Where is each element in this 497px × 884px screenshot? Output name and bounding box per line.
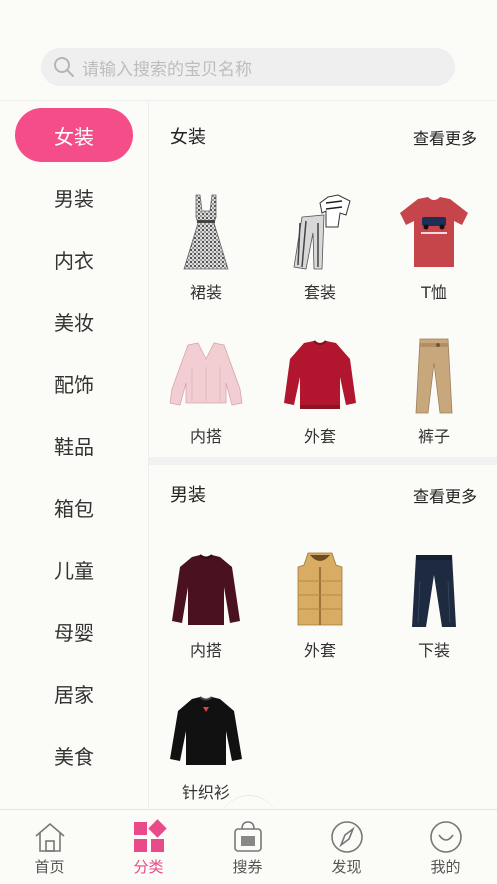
view-more-link[interactable]: 查看更多 bbox=[413, 483, 477, 507]
grid-item-label: 外套 bbox=[303, 641, 336, 660]
grid-item-skirt[interactable]: 裙装 bbox=[149, 193, 263, 323]
grid-item-label: 套装 bbox=[303, 283, 336, 302]
pants-icon bbox=[415, 338, 453, 414]
sidebar-item-underwear[interactable]: 内衣 bbox=[0, 232, 148, 286]
bottom-tab-bar: 首页 分类 搜券 发现 我的 bbox=[0, 809, 497, 884]
section-women: 女装 查看更多 裙装 套装 T恤 内搭 外套 裤子 bbox=[149, 101, 497, 457]
dress-icon bbox=[183, 194, 229, 270]
sidebar-item-makeup[interactable]: 美妆 bbox=[0, 294, 148, 348]
profile-icon bbox=[430, 821, 462, 853]
tshirt-icon bbox=[400, 197, 468, 267]
top-bar: 请输入搜索的宝贝名称 bbox=[0, 0, 497, 100]
search-placeholder: 请输入搜索的宝贝名称 bbox=[82, 59, 252, 80]
red-sweatshirt-icon bbox=[284, 340, 356, 409]
grid-item-innerwear[interactable]: 内搭 bbox=[149, 337, 263, 467]
grid-item-tshirt[interactable]: T恤 bbox=[377, 193, 491, 323]
sidebar-item-digital[interactable]: 数码 bbox=[0, 790, 148, 810]
category-sidebar: 女装 男装 内衣 美妆 配饰 鞋品 箱包 儿童 母婴 居家 美食 数码 bbox=[0, 101, 148, 809]
tab-category[interactable]: 分类 bbox=[99, 810, 198, 884]
grid-item-pants[interactable]: 裤子 bbox=[377, 337, 491, 467]
grid-item-label: 内搭 bbox=[189, 641, 222, 660]
jeans-icon bbox=[412, 555, 456, 627]
tab-discover[interactable]: 发现 bbox=[297, 810, 396, 884]
grid-item-men-bottoms[interactable]: 下装 bbox=[377, 551, 491, 681]
search-icon bbox=[54, 57, 74, 77]
grid-item-men-inner[interactable]: 内搭 bbox=[149, 551, 263, 681]
home-icon bbox=[35, 822, 65, 852]
grid-item-label: 裤子 bbox=[417, 427, 450, 446]
compass-icon bbox=[331, 821, 363, 853]
grid-item-label: 裙装 bbox=[189, 283, 222, 302]
section-title: 男装 bbox=[170, 485, 206, 506]
view-more-link[interactable]: 查看更多 bbox=[413, 125, 477, 149]
tab-profile[interactable]: 我的 bbox=[396, 810, 495, 884]
knit-sweater-icon bbox=[170, 696, 242, 765]
grid-item-label: 内搭 bbox=[189, 427, 222, 446]
grid-item-label: T恤 bbox=[421, 283, 447, 302]
grid-item-men-coat[interactable]: 外套 bbox=[263, 551, 377, 681]
sidebar-item-food[interactable]: 美食 bbox=[0, 728, 148, 782]
section-title: 女装 bbox=[170, 127, 206, 148]
coupon-bag-icon bbox=[234, 821, 262, 852]
sidebar-item-baby[interactable]: 母婴 bbox=[0, 604, 148, 658]
longsleeve-icon bbox=[172, 554, 240, 625]
puffer-vest-icon bbox=[297, 552, 343, 626]
grid-item-label: 下装 bbox=[417, 641, 450, 660]
sidebar-item-kids[interactable]: 儿童 bbox=[0, 542, 148, 596]
category-content: 女装 查看更多 裙装 套装 T恤 内搭 外套 裤子 男装 查看更多 内搭 外套 … bbox=[149, 101, 497, 809]
grid-item-men-knit[interactable]: 针织衫 bbox=[149, 693, 263, 809]
grid-item-label: 外套 bbox=[303, 427, 336, 446]
category-icon bbox=[134, 819, 167, 852]
grid-item-coat[interactable]: 外套 bbox=[263, 337, 377, 467]
sidebar-item-bags[interactable]: 箱包 bbox=[0, 480, 148, 534]
sidebar-item-men[interactable]: 男装 bbox=[0, 170, 148, 224]
section-men: 男装 查看更多 内搭 外套 下装 针织衫 bbox=[149, 465, 497, 809]
sidebar-item-home[interactable]: 居家 bbox=[0, 666, 148, 720]
grid-item-set[interactable]: 套装 bbox=[263, 193, 377, 323]
search-bar[interactable]: 请输入搜索的宝贝名称 bbox=[41, 48, 455, 86]
tab-home[interactable]: 首页 bbox=[0, 810, 99, 884]
outfit-set-icon bbox=[293, 194, 351, 270]
sweater-icon bbox=[169, 342, 243, 406]
sidebar-item-accessories[interactable]: 配饰 bbox=[0, 356, 148, 410]
section-separator bbox=[149, 457, 497, 465]
tab-coupon-search[interactable]: 搜券 bbox=[198, 810, 297, 884]
sidebar-item-women[interactable]: 女装 bbox=[0, 108, 148, 162]
sidebar-item-shoes[interactable]: 鞋品 bbox=[0, 418, 148, 472]
